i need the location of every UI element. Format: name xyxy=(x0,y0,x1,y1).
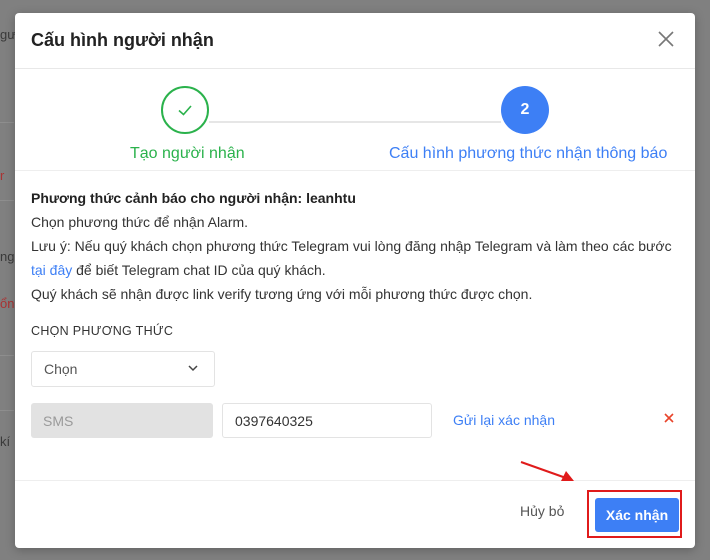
cancel-button[interactable]: Hủy bỏ xyxy=(520,503,564,519)
method-select[interactable]: Chọn xyxy=(31,351,215,387)
background-text: r xyxy=(0,168,5,183)
modal-header: Cấu hình người nhận xyxy=(15,13,695,69)
confirm-button[interactable]: Xác nhận xyxy=(595,498,679,532)
method-section-label: CHỌN PHƯƠNG THỨC xyxy=(31,324,174,338)
content-line-1: Chọn phương thức để nhận Alarm. xyxy=(31,214,249,230)
content-line-3-text: để biết Telegram chat ID của quý khách. xyxy=(72,262,326,278)
content-line-3: tại đây để biết Telegram chat ID của quý… xyxy=(31,262,326,278)
content-line-2: Lưu ý: Nếu quý khách chọn phương thức Te… xyxy=(31,238,672,254)
background-text: kí xyxy=(0,434,11,449)
method-type-field: SMS xyxy=(31,403,213,438)
background-text: gư xyxy=(0,27,16,42)
phone-number-input[interactable] xyxy=(222,403,432,438)
background-divider xyxy=(0,355,14,356)
telegram-guide-link[interactable]: tại đây xyxy=(31,262,72,278)
remove-icon[interactable] xyxy=(663,412,675,424)
chevron-down-icon xyxy=(188,365,198,372)
step-connector xyxy=(209,121,501,123)
stepper: 2 Tạo người nhận Cấu hình phương thức nh… xyxy=(15,70,695,171)
footer-divider xyxy=(15,480,695,481)
background-text: ng xyxy=(0,249,15,264)
background-divider xyxy=(0,410,14,411)
step-2-label: Cấu hình phương thức nhận thông báo xyxy=(389,145,668,162)
modal-title: Cấu hình người nhận xyxy=(31,30,214,50)
step-1-label: Tạo người nhận xyxy=(130,145,245,162)
background-divider xyxy=(0,122,14,123)
step-2-indicator: 2 xyxy=(501,86,549,134)
content-heading: Phương thức cảnh báo cho người nhận: lea… xyxy=(31,190,356,206)
method-type-value: SMS xyxy=(43,413,74,429)
resend-verification-link[interactable]: Gửi lại xác nhận xyxy=(453,412,555,428)
close-icon[interactable] xyxy=(657,30,677,50)
recipient-config-modal: Cấu hình người nhận 2 Tạo người nhận Cấu… xyxy=(15,13,695,548)
method-select-value: Chọn xyxy=(44,361,78,377)
step-1-indicator xyxy=(161,86,209,134)
content-line-4: Quý khách sẽ nhận được link verify tương… xyxy=(31,286,533,302)
check-icon xyxy=(178,105,192,116)
background-divider xyxy=(0,200,14,201)
